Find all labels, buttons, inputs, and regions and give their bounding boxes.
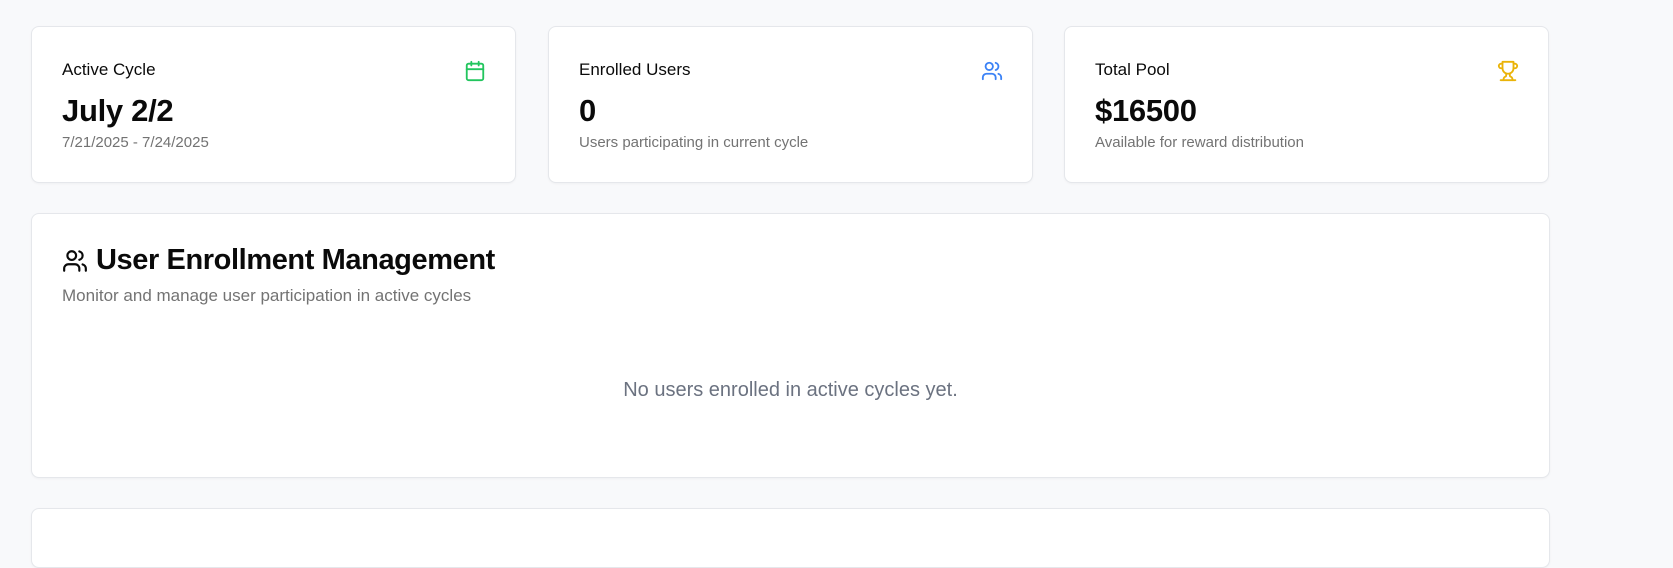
users-icon [981, 61, 1003, 81]
total-pool-subtitle: Available for reward distribution [1095, 134, 1304, 151]
enrollment-empty-state: No users enrolled in active cycles yet. [623, 379, 958, 401]
total-pool-value: $16500 [1095, 93, 1197, 128]
enrollment-title: User Enrollment Management [96, 244, 495, 276]
calendar-icon [465, 60, 485, 82]
enrollment-description: Monitor and manage user participation in… [62, 286, 472, 305]
user-enrollment-panel: User Enrollment Management Monitor and m… [31, 213, 1550, 478]
next-panel [31, 508, 1550, 568]
total-pool-card: Total Pool $16500 Available for reward d… [1064, 26, 1549, 183]
enrolled-users-subtitle: Users participating in current cycle [579, 134, 809, 151]
enrolled-users-title: Enrolled Users [579, 60, 691, 79]
active-cycle-value: July 2/2 [62, 93, 174, 128]
enrollment-header: User Enrollment Management [62, 244, 495, 277]
total-pool-title: Total Pool [1095, 60, 1170, 79]
trophy-icon [1497, 60, 1519, 82]
enrolled-users-value: 0 [579, 93, 596, 128]
active-cycle-title: Active Cycle [62, 60, 156, 79]
enrolled-users-card: Enrolled Users 0 Users participating in … [548, 26, 1033, 183]
users-icon [63, 249, 87, 272]
active-cycle-dates: 7/21/2025 - 7/24/2025 [62, 134, 209, 151]
active-cycle-card: Active Cycle July 2/2 7/21/2025 - 7/24/2… [31, 26, 516, 183]
